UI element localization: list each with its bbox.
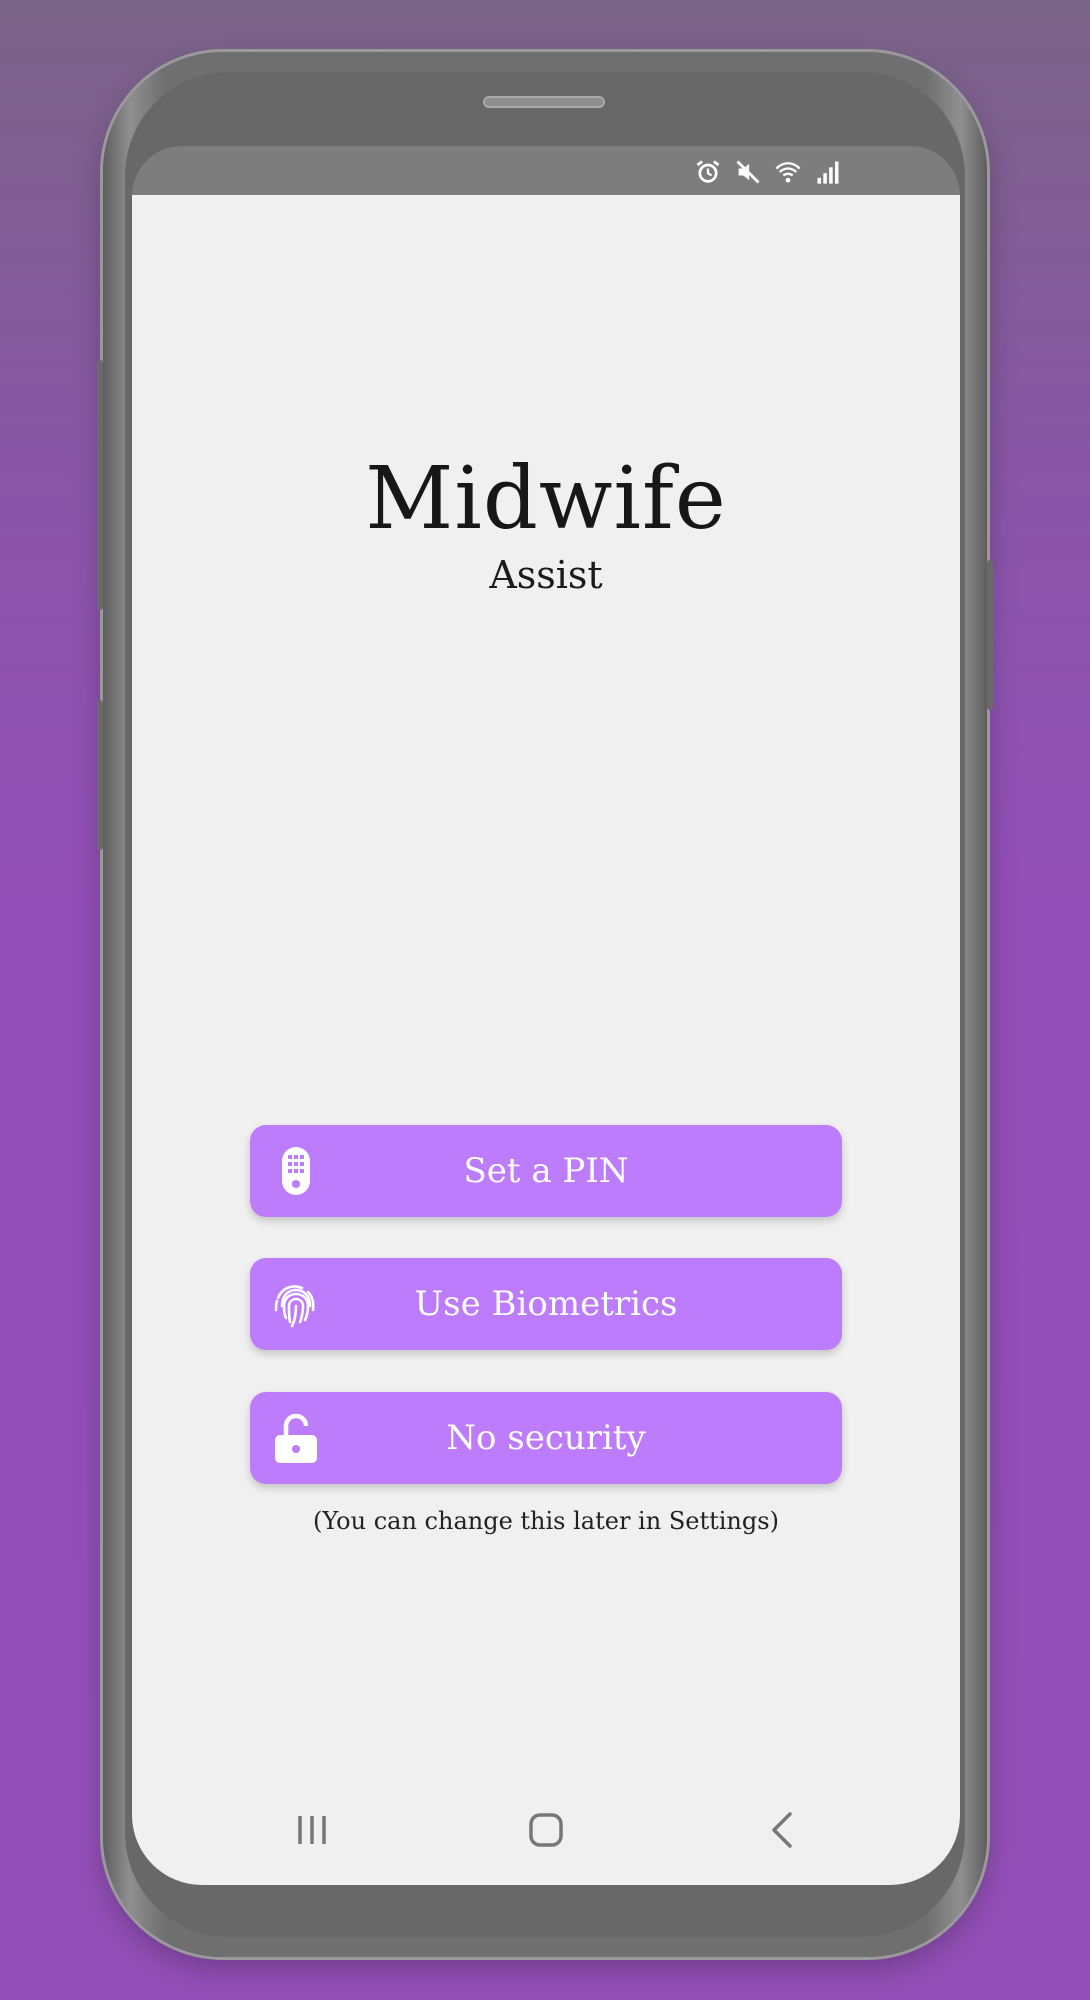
no-security-label: No security [446,1418,646,1458]
recents-icon[interactable] [282,1800,342,1860]
signal-icon [814,158,842,190]
settings-hint: (You can change this later in Settings) [313,1507,779,1535]
earpiece-speaker [483,96,605,108]
power-button [987,560,993,710]
app-screen: Midwife Assist Set a PIN Use Biometrics … [132,195,960,1885]
app-title: Midwife [365,449,727,549]
no-security-button[interactable]: No security [250,1392,842,1484]
mute-icon [734,158,762,190]
back-icon[interactable] [754,1800,814,1860]
unlocked-padlock-icon [268,1410,324,1466]
volume-button [97,360,103,610]
alarm-icon [694,158,722,190]
status-bar [132,146,960,196]
wifi-icon [774,158,802,190]
stage: Midwife Assist Set a PIN Use Biometrics … [0,0,1090,2000]
set-pin-button[interactable]: Set a PIN [250,1125,842,1217]
use-biometrics-button[interactable]: Use Biometrics [250,1258,842,1350]
bixby-button [97,700,103,850]
home-icon[interactable] [516,1800,576,1860]
set-pin-label: Set a PIN [463,1151,629,1191]
app-subtitle: Assist [489,553,603,597]
fingerprint-icon [268,1276,324,1332]
navigation-bar [132,1790,960,1870]
status-icons [694,158,842,190]
keypad-icon [268,1143,324,1199]
use-biometrics-label: Use Biometrics [414,1284,678,1324]
